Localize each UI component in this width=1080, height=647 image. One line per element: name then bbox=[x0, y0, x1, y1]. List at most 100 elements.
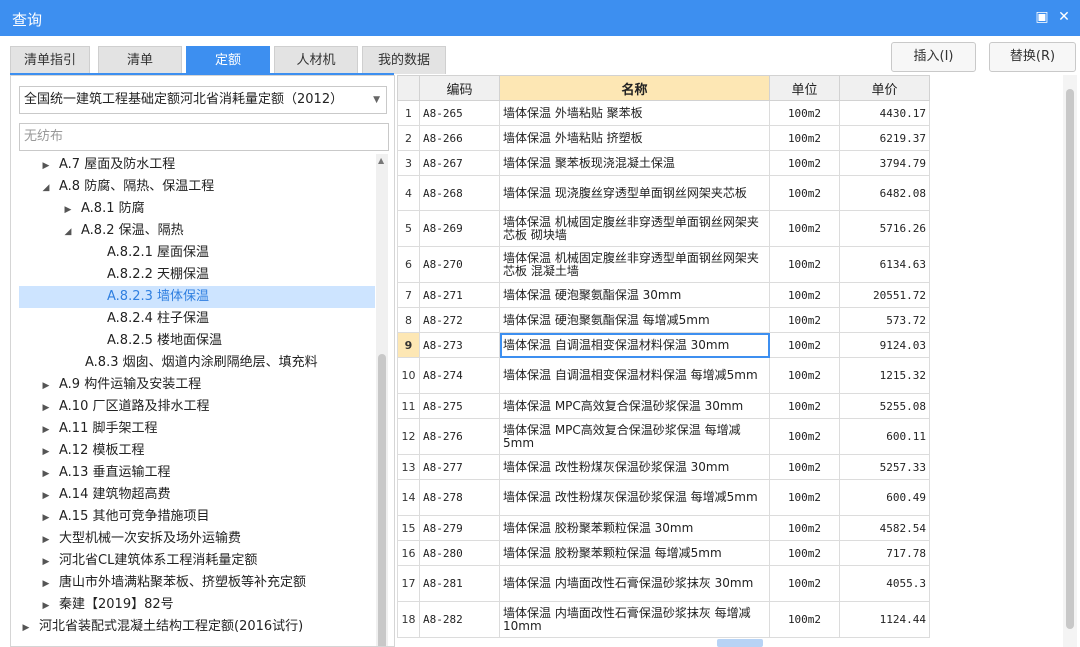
cell-unit[interactable]: 100m2 bbox=[769, 393, 840, 419]
grid-scrollbar-thumb[interactable] bbox=[1066, 89, 1074, 629]
tree-item[interactable]: ▶ 大型机械一次安拆及场外运输费 bbox=[19, 528, 375, 550]
tree-item[interactable]: ▶ A.13 垂直运输工程 bbox=[19, 462, 375, 484]
table-row[interactable]: 3 A8-267 墙体保温 聚苯板现浇混凝土保温 100m2 3794.79 bbox=[397, 150, 930, 176]
tree-item-selected[interactable]: A.8.2.3 墙体保温 bbox=[19, 286, 375, 308]
cell-price[interactable]: 1124.44 bbox=[839, 601, 930, 638]
tree-scrollbar-thumb[interactable] bbox=[378, 354, 386, 646]
close-icon[interactable]: ✕ bbox=[1055, 8, 1073, 26]
table-row[interactable]: 18 A8-282 墙体保温 内墙面改性石膏保温砂浆抹灰 每增减10mm 100m2 1… bbox=[397, 601, 930, 638]
cell-price[interactable]: 1215.32 bbox=[839, 357, 930, 394]
expand-arrow-icon[interactable]: ▶ bbox=[39, 485, 53, 507]
cell-name[interactable]: 墙体保温 改性粉煤灰保温砂浆保温 30mm bbox=[499, 454, 770, 480]
cell-unit[interactable]: 100m2 bbox=[769, 332, 840, 358]
cell-price[interactable]: 5716.26 bbox=[839, 210, 930, 247]
expand-arrow-icon[interactable]: ▶ bbox=[39, 375, 53, 397]
table-row[interactable]: 2 A8-266 墙体保温 外墙粘贴 挤塑板 100m2 6219.37 bbox=[397, 125, 930, 151]
cell-code[interactable]: A8-273 bbox=[419, 332, 500, 358]
cell-price[interactable]: 717.78 bbox=[839, 540, 930, 566]
tree-item[interactable]: ▶ 河北省装配式混凝土结构工程定额(2016试行) bbox=[19, 616, 375, 638]
cell-code[interactable]: A8-281 bbox=[419, 565, 500, 602]
expand-arrow-icon[interactable]: ▶ bbox=[39, 551, 53, 573]
tab-my-data[interactable]: 我的数据 bbox=[362, 46, 446, 74]
tree-item[interactable]: ◢ A.8.2 保温、隔热 bbox=[19, 220, 375, 242]
cell-name[interactable]: 墙体保温 聚苯板现浇混凝土保温 bbox=[499, 150, 770, 176]
cell-name[interactable]: 墙体保温 改性粉煤灰保温砂浆保温 每增减5mm bbox=[499, 479, 770, 516]
tab-list-guide[interactable]: 清单指引 bbox=[10, 46, 90, 74]
cell-unit[interactable]: 100m2 bbox=[769, 175, 840, 211]
cell-name[interactable]: 墙体保温 自调温相变保温材料保温 每增减5mm bbox=[499, 357, 770, 394]
cell-unit[interactable]: 100m2 bbox=[769, 282, 840, 308]
tree-item[interactable]: ▶ A.10 厂区道路及排水工程 bbox=[19, 396, 375, 418]
cell-name[interactable]: 墙体保温 胶粉聚苯颗粒保温 每增减5mm bbox=[499, 540, 770, 566]
table-row[interactable]: 8 A8-272 墙体保温 硬泡聚氨酯保温 每增减5mm 100m2 573.72 bbox=[397, 307, 930, 333]
table-row[interactable]: 4 A8-268 墙体保温 现浇腹丝穿透型单面钢丝网架夹芯板 100m2 6482.08 bbox=[397, 175, 930, 211]
tree-item[interactable]: A.8.2.2 天棚保温 bbox=[19, 264, 375, 286]
tree-item[interactable]: ▶ 唐山市外墙满粘聚苯板、挤塑板等补充定额 bbox=[19, 572, 375, 594]
collapse-arrow-icon[interactable]: ◢ bbox=[61, 221, 75, 243]
tree-item[interactable]: ▶ A.9 构件运输及安装工程 bbox=[19, 374, 375, 396]
grid-scrollbar[interactable] bbox=[1063, 75, 1077, 647]
table-row[interactable]: 6 A8-270 墙体保温 机械固定腹丝非穿透型单面钢丝网架夹芯板 混凝土墙 100m… bbox=[397, 246, 930, 283]
filter-input[interactable]: 无纺布 bbox=[19, 123, 389, 151]
cell-code[interactable]: A8-270 bbox=[419, 246, 500, 283]
cell-unit[interactable]: 100m2 bbox=[769, 150, 840, 176]
tree-item[interactable]: A.8.2.1 屋面保温 bbox=[19, 242, 375, 264]
cell-code[interactable]: A8-272 bbox=[419, 307, 500, 333]
cell-unit[interactable]: 100m2 bbox=[769, 125, 840, 151]
cell-name[interactable]: 墙体保温 MPC高效复合保温砂浆保温 每增减5mm bbox=[499, 418, 770, 455]
expand-arrow-icon[interactable]: ▶ bbox=[19, 617, 33, 639]
table-row[interactable]: 17 A8-281 墙体保温 内墙面改性石膏保温砂浆抹灰 30mm 100m2 4055… bbox=[397, 565, 930, 602]
cell-unit[interactable]: 100m2 bbox=[769, 454, 840, 480]
restore-icon[interactable]: ▣ bbox=[1033, 8, 1051, 26]
tree-item[interactable]: ▶ A.12 模板工程 bbox=[19, 440, 375, 462]
cell-name[interactable]: 墙体保温 现浇腹丝穿透型单面钢丝网架夹芯板 bbox=[499, 175, 770, 211]
tab-labor-material-machine[interactable]: 人材机 bbox=[274, 46, 358, 74]
header-name[interactable]: 名称 bbox=[499, 75, 770, 101]
tree-item[interactable]: ▶ 秦建【2019】82号 bbox=[19, 594, 375, 616]
header-code[interactable]: 编码 bbox=[419, 75, 500, 101]
table-row[interactable]: 7 A8-271 墙体保温 硬泡聚氨酯保温 30mm 100m2 20551.72 bbox=[397, 282, 930, 308]
tree-item[interactable]: A.8.3 烟囱、烟道内涂刷隔绝层、填充料 bbox=[19, 352, 375, 374]
expand-arrow-icon[interactable]: ▶ bbox=[39, 419, 53, 441]
cell-name[interactable]: 墙体保温 胶粉聚苯颗粒保温 30mm bbox=[499, 515, 770, 541]
cell-unit[interactable]: 100m2 bbox=[769, 601, 840, 638]
row-resize-handle[interactable] bbox=[717, 639, 763, 647]
cell-unit[interactable]: 100m2 bbox=[769, 100, 840, 126]
expand-arrow-icon[interactable]: ▶ bbox=[39, 529, 53, 551]
expand-arrow-icon[interactable]: ▶ bbox=[39, 507, 53, 529]
cell-price[interactable]: 5257.33 bbox=[839, 454, 930, 480]
cell-unit[interactable]: 100m2 bbox=[769, 357, 840, 394]
cell-unit[interactable]: 100m2 bbox=[769, 418, 840, 455]
cell-code[interactable]: A8-271 bbox=[419, 282, 500, 308]
cell-unit[interactable]: 100m2 bbox=[769, 515, 840, 541]
tree-item[interactable]: ◢ A.8 防腐、隔热、保温工程 bbox=[19, 176, 375, 198]
table-row[interactable]: 10 A8-274 墙体保温 自调温相变保温材料保温 每增减5mm 100m2 1215… bbox=[397, 357, 930, 394]
cell-name[interactable]: 墙体保温 内墙面改性石膏保温砂浆抹灰 每增减10mm bbox=[499, 601, 770, 638]
cell-unit[interactable]: 100m2 bbox=[769, 246, 840, 283]
expand-arrow-icon[interactable]: ▶ bbox=[39, 441, 53, 463]
cell-unit[interactable]: 100m2 bbox=[769, 565, 840, 602]
collapse-arrow-icon[interactable]: ◢ bbox=[39, 177, 53, 199]
cell-price[interactable]: 600.11 bbox=[839, 418, 930, 455]
cell-name[interactable]: 墙体保温 自调温相变保温材料保温 30mm bbox=[499, 332, 770, 358]
tree-item[interactable]: A.8.2.4 柱子保温 bbox=[19, 308, 375, 330]
tree-item[interactable]: ▶ 河北省CL建筑体系工程消耗量定额 bbox=[19, 550, 375, 572]
cell-name[interactable]: 墙体保温 外墙粘贴 聚苯板 bbox=[499, 100, 770, 126]
expand-arrow-icon[interactable]: ▶ bbox=[61, 199, 75, 221]
cell-code[interactable]: A8-278 bbox=[419, 479, 500, 516]
cell-price[interactable]: 5255.08 bbox=[839, 393, 930, 419]
table-row[interactable]: 16 A8-280 墙体保温 胶粉聚苯颗粒保温 每增减5mm 100m2 717.78 bbox=[397, 540, 930, 566]
cell-price[interactable]: 4582.54 bbox=[839, 515, 930, 541]
cell-code[interactable]: A8-275 bbox=[419, 393, 500, 419]
cell-name[interactable]: 墙体保温 机械固定腹丝非穿透型单面钢丝网架夹芯板 砌块墙 bbox=[499, 210, 770, 247]
replace-button[interactable]: 替换(R) bbox=[989, 42, 1076, 72]
cell-unit[interactable]: 100m2 bbox=[769, 210, 840, 247]
cell-name[interactable]: 墙体保温 硬泡聚氨酯保温 每增减5mm bbox=[499, 307, 770, 333]
cell-price[interactable]: 3794.79 bbox=[839, 150, 930, 176]
expand-arrow-icon[interactable]: ▶ bbox=[39, 573, 53, 595]
cell-code[interactable]: A8-268 bbox=[419, 175, 500, 211]
cell-unit[interactable]: 100m2 bbox=[769, 307, 840, 333]
tab-quota[interactable]: 定额 bbox=[186, 46, 270, 74]
cell-code[interactable]: A8-267 bbox=[419, 150, 500, 176]
cell-price[interactable]: 20551.72 bbox=[839, 282, 930, 308]
